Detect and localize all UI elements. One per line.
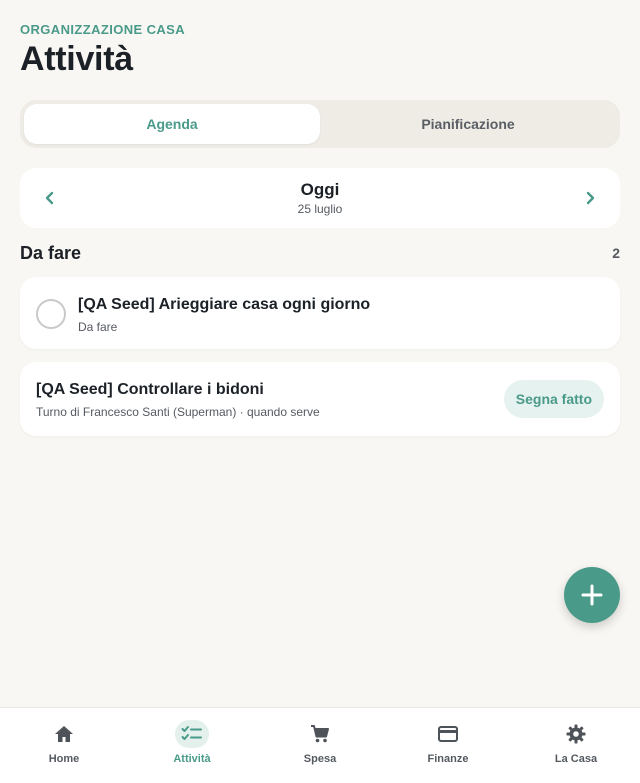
current-date: Oggi 25 luglio	[20, 180, 620, 216]
mark-done-button[interactable]: Segna fatto	[503, 380, 604, 418]
date-navigator: Oggi 25 luglio	[20, 168, 620, 228]
section-count: 2	[612, 245, 620, 261]
tab-label: Spesa	[303, 753, 337, 765]
segment-agenda[interactable]: Agenda	[24, 104, 320, 144]
date-sublabel: 25 luglio	[297, 202, 343, 216]
tab-house[interactable]: La Casa	[512, 708, 640, 783]
task-status: Da fare	[78, 320, 118, 334]
chevron-right-icon	[586, 191, 595, 205]
tab-finances[interactable]: Finanze	[384, 708, 512, 783]
view-segmented-control: Agenda Pianificazione	[20, 100, 620, 148]
cart-icon	[311, 725, 329, 743]
gear-icon	[566, 724, 586, 744]
page-eyebrow: ORGANIZZAZIONE CASA	[20, 22, 186, 37]
task-card[interactable]: [QA Seed] Controllare i bidoni Turno di …	[20, 362, 620, 436]
bottom-tab-bar: Home Attività Spesa Finanze La Casa	[0, 707, 640, 783]
page-title: Attività	[20, 40, 133, 78]
home-icon	[55, 726, 73, 742]
checklist-icon	[181, 726, 202, 740]
tab-label: Attività	[173, 753, 211, 765]
segment-planning[interactable]: Pianificazione	[320, 104, 616, 144]
tab-activities[interactable]: Attività	[128, 708, 256, 783]
next-day-button[interactable]	[578, 186, 602, 210]
tab-label: Finanze	[427, 753, 469, 765]
section-title: Da fare	[20, 242, 82, 263]
tab-shopping[interactable]: Spesa	[256, 708, 384, 783]
plus-icon	[581, 584, 603, 606]
task-title: [QA Seed] Arieggiare casa ogni giorno	[78, 296, 371, 313]
task-assignee: Turno di Francesco Santi (Superman) · qu…	[36, 405, 320, 419]
task-card[interactable]: [QA Seed] Arieggiare casa ogni giorno Da…	[20, 277, 620, 349]
tab-label: Home	[48, 753, 80, 765]
credit-card-icon	[438, 726, 458, 742]
task-title: [QA Seed] Controllare i bidoni	[36, 381, 264, 398]
task-checkbox[interactable]	[36, 299, 66, 329]
tab-label: La Casa	[554, 753, 598, 765]
add-task-button[interactable]	[564, 567, 620, 623]
date-label: Oggi	[300, 180, 340, 199]
todo-section-header: Da fare 2	[20, 242, 620, 264]
tab-home[interactable]: Home	[0, 708, 128, 783]
activities-screen: ORGANIZZAZIONE CASA Attività Agenda Pian…	[0, 0, 640, 783]
